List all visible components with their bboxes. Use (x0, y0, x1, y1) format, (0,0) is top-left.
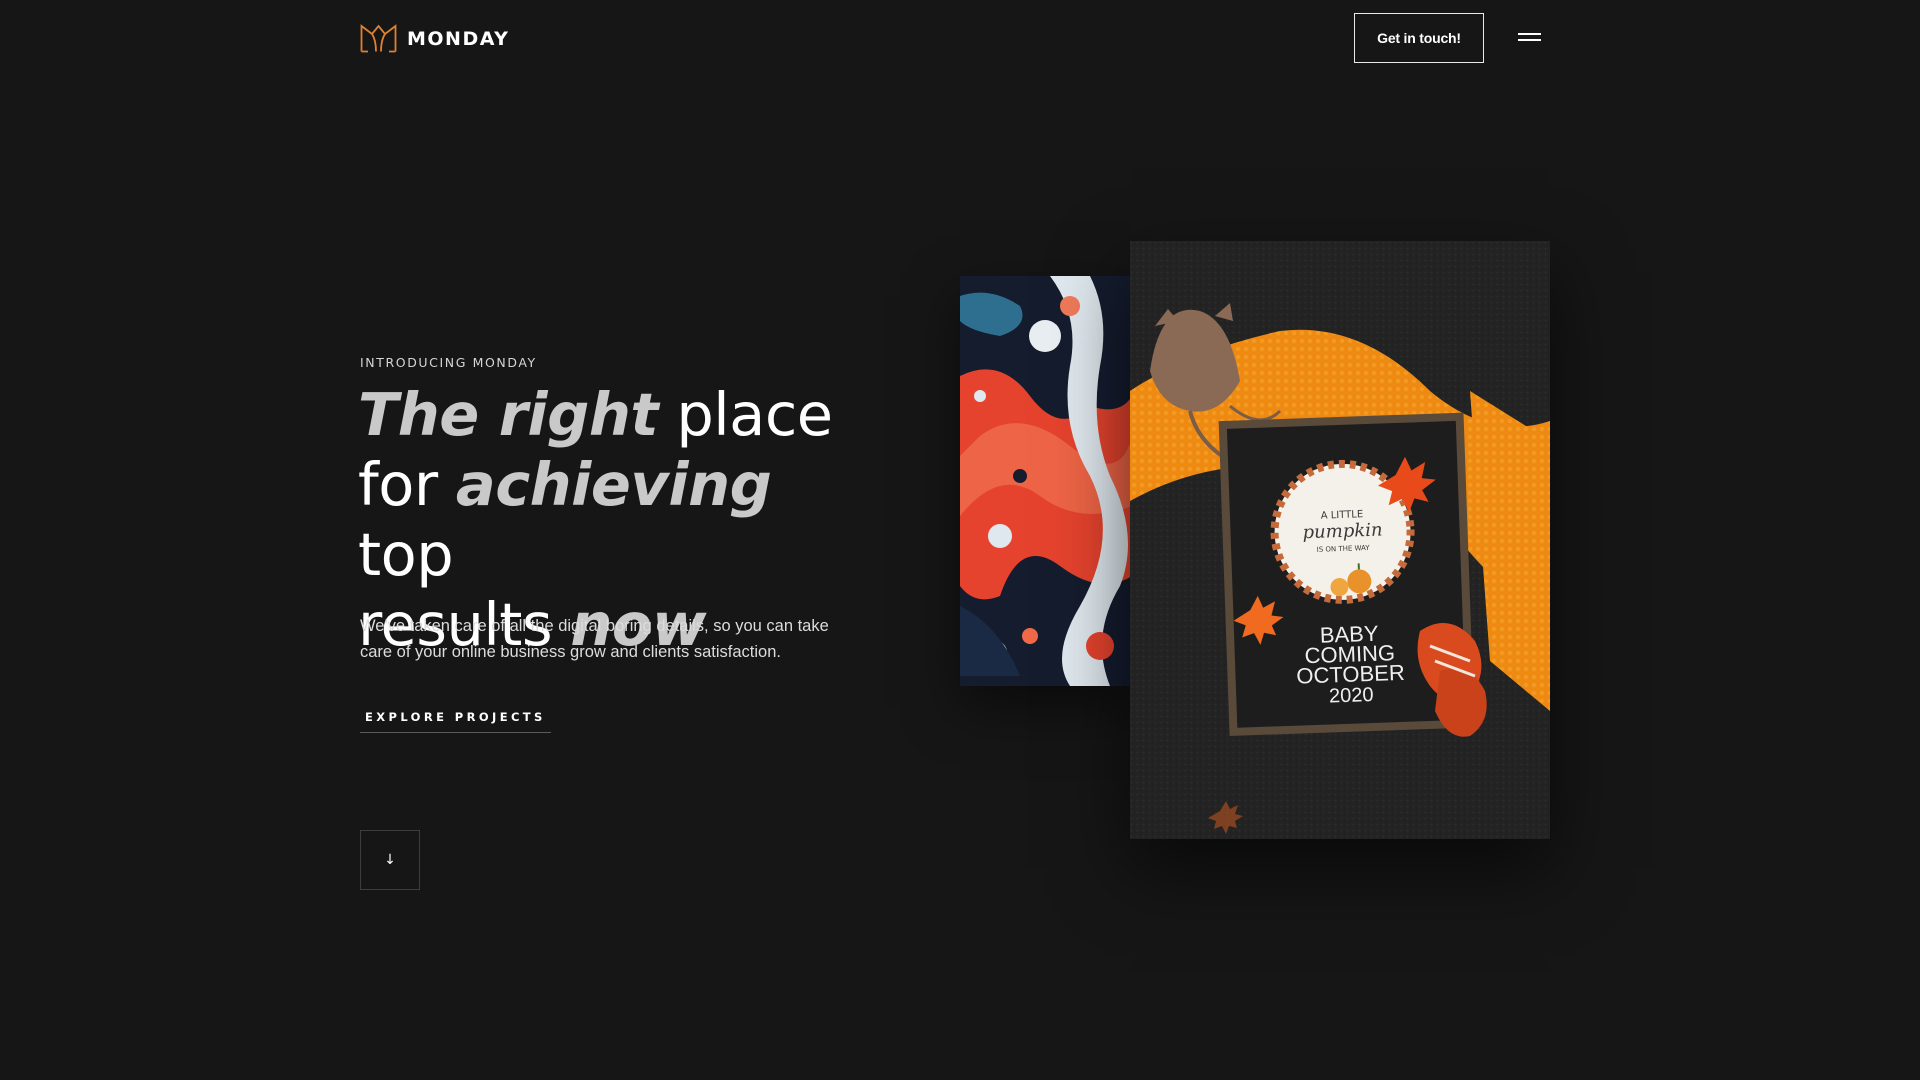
hero-eyebrow: INTRODUCING MONDAY (360, 355, 537, 370)
hamburger-menu-icon[interactable] (1518, 30, 1542, 44)
menu-line (1518, 39, 1541, 41)
arrow-down-icon: ↓ (384, 852, 396, 868)
headline-text: place (658, 380, 833, 449)
headline-text: for (358, 450, 456, 519)
headline-text: top (358, 520, 454, 589)
board-message: 2020 (1329, 684, 1374, 708)
baby-announcement-image: A LITTLE pumpkin IS ON THE WAY BABY COMI… (1130, 241, 1550, 839)
headline-emphasis: The right (358, 380, 659, 449)
scroll-down-button[interactable]: ↓ (360, 830, 420, 890)
explore-projects-link[interactable]: EXPLORE PROJECTS (360, 706, 551, 733)
headline-emphasis: achieving (455, 450, 772, 519)
board-line: pumpkin (1302, 520, 1383, 544)
get-in-touch-button[interactable]: Get in touch! (1354, 13, 1484, 63)
brand-logo[interactable]: MONDAY (360, 24, 509, 53)
hero-description: We've taken care of all the digital bori… (360, 617, 829, 661)
baby-announcement-photo: A LITTLE pumpkin IS ON THE WAY BABY COMI… (1130, 241, 1550, 839)
monday-logo-icon (360, 24, 397, 53)
brand-name: MONDAY (407, 27, 510, 50)
page: MONDAY Get in touch! INTRODUCING MONDAY … (0, 0, 1920, 1080)
abstract-paint-artwork (960, 276, 1132, 686)
menu-line (1518, 33, 1541, 35)
abstract-paint-image (960, 276, 1132, 686)
